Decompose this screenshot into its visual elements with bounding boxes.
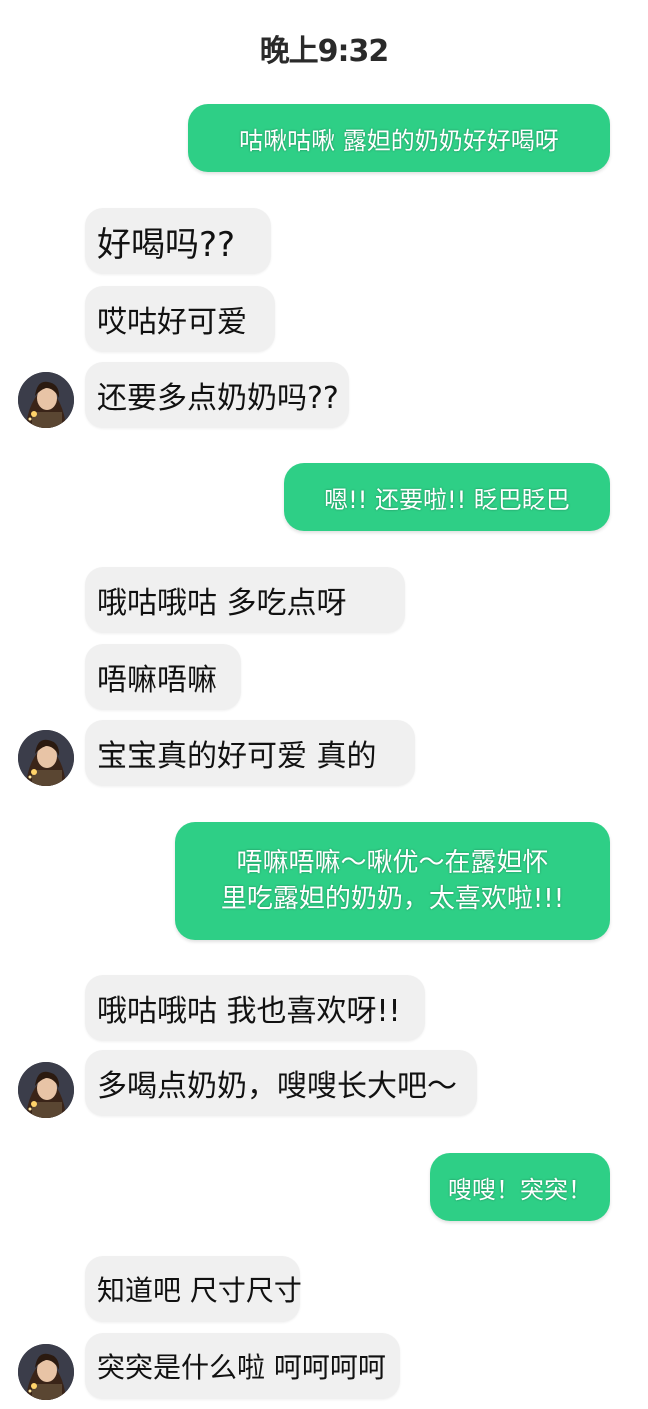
incoming-message-bubble[interactable]: 多喝点奶奶，嗖嗖长大吧～ [85, 1050, 477, 1116]
message-text: 哦咕哦咕 我也喜欢呀!! [97, 994, 401, 1029]
avatar-portrait [18, 372, 74, 428]
message-text-line-2: 里吃露妲的奶奶，太喜欢啦!!! [220, 884, 565, 914]
message-text: 哎咕好可爱 [97, 305, 247, 340]
user-avatar-icon[interactable] [18, 1062, 74, 1118]
outgoing-message-bubble[interactable]: 嗯!! 还要啦!! 眨巴眨巴 [284, 463, 610, 531]
message-text: 宝宝真的好可爱 真的 [97, 739, 377, 774]
incoming-message-bubble[interactable]: 哦咕哦咕 我也喜欢呀!! [85, 975, 425, 1041]
user-avatar-icon[interactable] [18, 1344, 74, 1400]
user-avatar-icon[interactable] [18, 730, 74, 786]
message-text: 咕啾咕啾 露妲的奶奶好好喝呀 [239, 126, 559, 155]
incoming-message-bubble[interactable]: 哦咕哦咕 多吃点呀 [85, 567, 405, 633]
message-text: 好喝吗?? [97, 224, 236, 265]
message-text: 嗖嗖！突突！ [448, 1175, 592, 1204]
message-text: 多喝点奶奶，嗖嗖长大吧～ [97, 1069, 457, 1104]
outgoing-message-bubble[interactable]: 咕啾咕啾 露妲的奶奶好好喝呀 [188, 104, 610, 172]
user-avatar-icon[interactable] [18, 372, 74, 428]
incoming-message-bubble[interactable]: 宝宝真的好可爱 真的 [85, 720, 415, 786]
message-timestamp: 晚上9:32 [259, 34, 390, 69]
avatar-portrait [18, 1344, 74, 1400]
avatar-portrait [18, 1062, 74, 1118]
message-text: 嗯!! 还要啦!! 眨巴眨巴 [324, 485, 570, 514]
incoming-message-bubble[interactable]: 突突是什么啦 呵呵呵呵 [85, 1333, 400, 1399]
avatar-portrait [18, 730, 74, 786]
message-text-line-1: 唔嘛唔嘛～啾优～在露妲怀 [236, 848, 549, 878]
message-text: 知道吧 尺寸尺寸 [97, 1274, 302, 1307]
incoming-message-bubble[interactable]: 哎咕好可爱 [85, 286, 275, 352]
incoming-message-bubble[interactable]: 唔嘛唔嘛 [85, 644, 241, 710]
message-text: 哦咕哦咕 多吃点呀 [97, 586, 347, 621]
message-text: 唔嘛唔嘛 [97, 663, 217, 698]
message-text: 还要多点奶奶吗?? [97, 381, 339, 416]
incoming-message-bubble[interactable]: 好喝吗?? [85, 208, 271, 274]
outgoing-message-bubble[interactable]: 唔嘛唔嘛～啾优～在露妲怀 里吃露妲的奶奶，太喜欢啦!!! [175, 822, 610, 940]
incoming-message-bubble[interactable]: 知道吧 尺寸尺寸 [85, 1256, 302, 1322]
incoming-message-bubble[interactable]: 还要多点奶奶吗?? [85, 362, 349, 428]
message-text: 突突是什么啦 呵呵呵呵 [97, 1351, 386, 1384]
outgoing-message-bubble[interactable]: 嗖嗖！突突！ [430, 1153, 610, 1221]
